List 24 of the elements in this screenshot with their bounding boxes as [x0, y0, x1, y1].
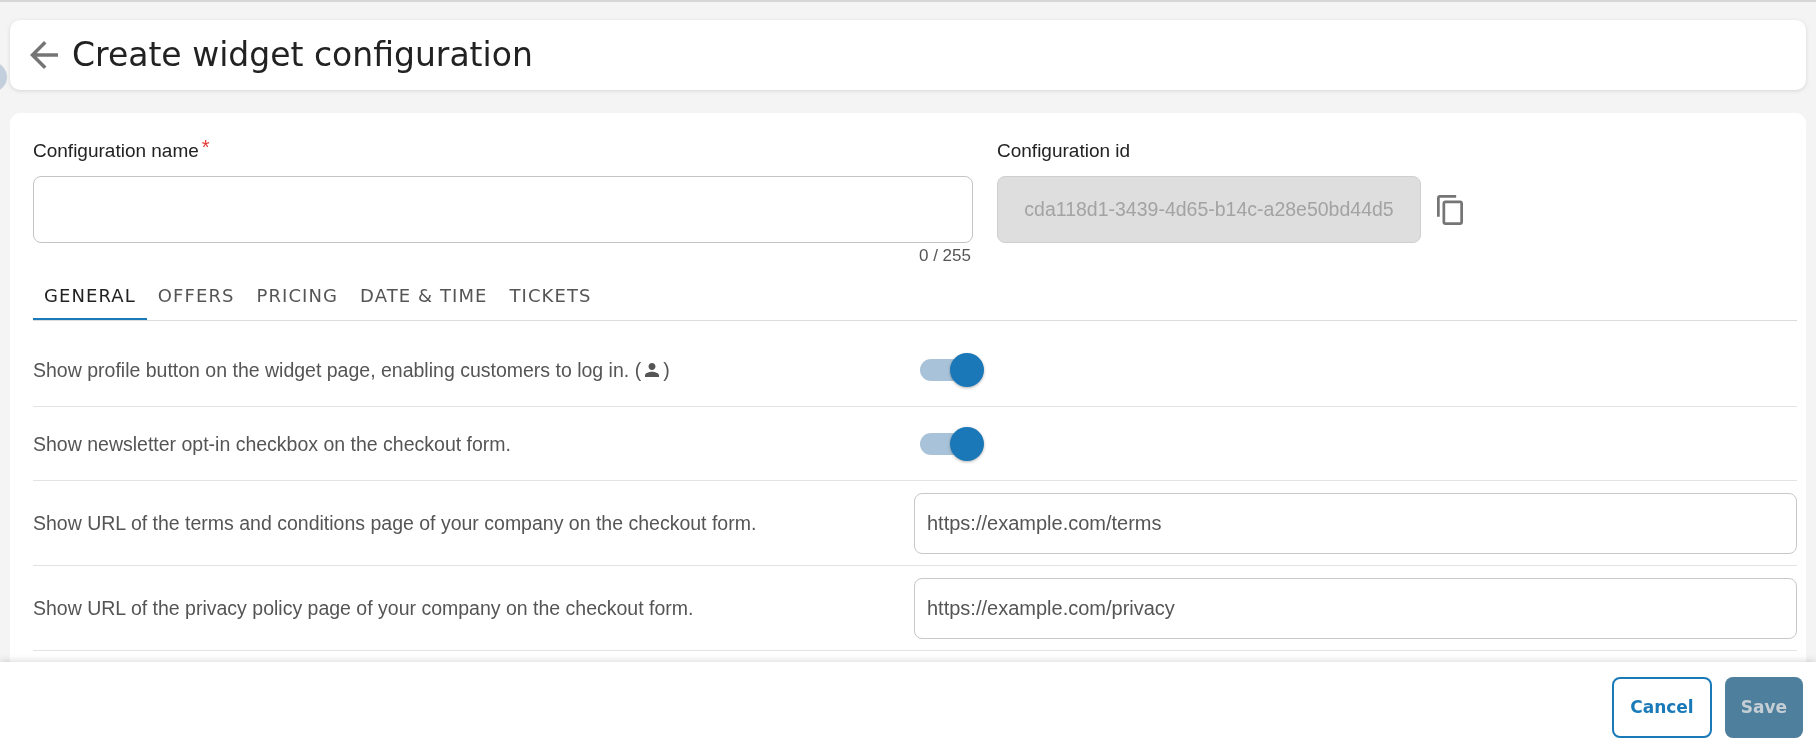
name-input[interactable] [33, 176, 973, 243]
toggle-switch[interactable] [920, 426, 984, 461]
tab[interactable]: TICKETS [498, 272, 603, 320]
cancel-button[interactable]: Cancel [1612, 677, 1712, 738]
required-asterisk: * [201, 140, 210, 154]
url-input[interactable]: https://example.com/privacy [914, 577, 1797, 639]
setting-label: ) [663, 357, 670, 382]
field-label: Configuration id [997, 140, 1131, 162]
tab[interactable]: PRICING [245, 272, 350, 320]
url-input[interactable]: https://example.com/terms [914, 492, 1797, 554]
setting-label: Show newsletter opt-in checkbox on the checkout form. [33, 431, 511, 456]
setting-label: Show URL of the privacy policy page of your company on the checkout form. [33, 596, 694, 620]
copy-icon[interactable] [1437, 194, 1463, 225]
setting-label: Show URL of the terms and conditions page of your company on the checkout form. [33, 511, 757, 535]
setting-label: Show profile button on the widget page, enabling customers to log in. ( [33, 357, 642, 382]
field-label: Configuration name [33, 140, 199, 162]
person-icon [645, 362, 660, 377]
page-title: Create widget configuration [72, 35, 533, 75]
back-arrow-icon[interactable] [30, 41, 58, 69]
tab[interactable]: DATE & TIME [349, 272, 499, 320]
tab[interactable]: OFFERS [146, 272, 246, 320]
toggle-switch[interactable] [920, 352, 984, 387]
tab[interactable]: GENERAL [33, 272, 147, 320]
character-counter: 0 / 255 [919, 247, 971, 265]
